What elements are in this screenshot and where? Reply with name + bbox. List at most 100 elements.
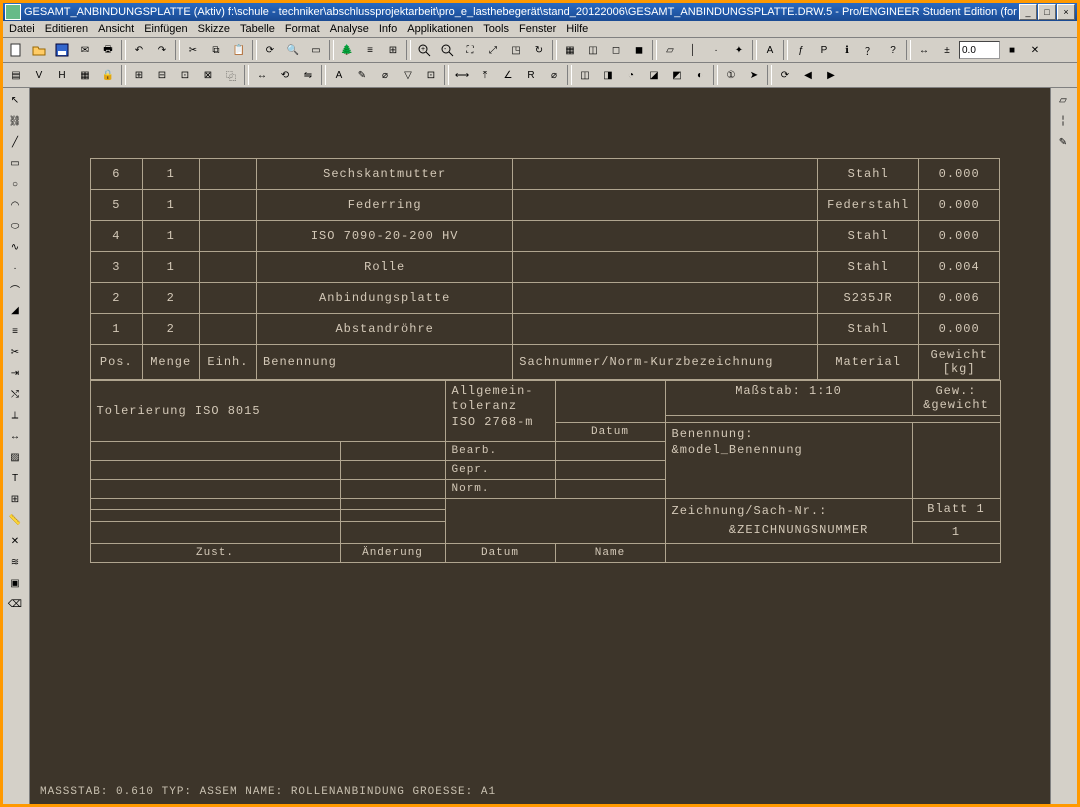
display-wire-button[interactable]: ▦ <box>559 39 581 61</box>
save-button[interactable] <box>51 39 73 61</box>
maximize-button[interactable]: □ <box>1038 4 1056 20</box>
symbol-button[interactable]: ⌀ <box>374 64 396 86</box>
arrow-tool[interactable]: ↖ <box>4 90 26 110</box>
dim-ang-button[interactable]: ∠ <box>497 64 519 86</box>
view-det-button[interactable]: ◔ <box>620 64 642 86</box>
regen-button[interactable]: ⟳ <box>259 39 281 61</box>
sketch-icon[interactable]: ✎ <box>1052 132 1074 152</box>
view-sec-button[interactable]: ◩ <box>666 64 688 86</box>
display-nohidden-button[interactable]: ◻ <box>605 39 627 61</box>
constraint-tool[interactable]: ⟂ <box>4 405 26 425</box>
close-button[interactable]: × <box>1057 4 1075 20</box>
menu-einfuegen[interactable]: Einfügen <box>142 23 189 35</box>
menu-tabelle[interactable]: Tabelle <box>238 23 277 35</box>
dim-button[interactable]: ↔ <box>913 39 935 61</box>
spin-input[interactable] <box>959 41 1000 59</box>
view-aux-button[interactable]: ◪ <box>643 64 665 86</box>
erase-tool[interactable]: ⌫ <box>4 594 26 614</box>
menu-datei[interactable]: Datei <box>7 23 37 35</box>
mail-button[interactable]: ✉ <box>74 39 96 61</box>
transform-tool[interactable]: ⤭ <box>4 384 26 404</box>
menu-ansicht[interactable]: Ansicht <box>96 23 136 35</box>
fillet-tool[interactable]: ⌒ <box>4 279 26 299</box>
layers-button[interactable]: ≡ <box>359 39 381 61</box>
view-mgr-button[interactable]: ⊞ <box>382 39 404 61</box>
cancel-button[interactable]: ✕ <box>1024 39 1046 61</box>
view-proj-button[interactable]: ◨ <box>597 64 619 86</box>
zoom-in-button[interactable]: + <box>413 39 435 61</box>
help-button[interactable]: ? <box>882 39 904 61</box>
new-button[interactable] <box>5 39 27 61</box>
move-button[interactable]: ↔ <box>251 64 273 86</box>
hatch-tool[interactable]: ▨ <box>4 447 26 467</box>
parameter-button[interactable]: P <box>813 39 835 61</box>
spline-tool[interactable]: ∿ <box>4 237 26 257</box>
zoom-fit-button[interactable]: ⛶ <box>459 39 481 61</box>
zoom-out-button[interactable]: - <box>436 39 458 61</box>
datum-csys-button[interactable]: ✦ <box>728 39 750 61</box>
chain-tool[interactable]: ⛓ <box>4 111 26 131</box>
undo-button[interactable]: ↶ <box>128 39 150 61</box>
text-button[interactable]: A <box>328 64 350 86</box>
arrow-button[interactable]: ➤ <box>743 64 765 86</box>
arc-tool[interactable]: ◠ <box>4 195 26 215</box>
cut-button[interactable]: ✂ <box>182 39 204 61</box>
xsec-tool[interactable]: ✕ <box>4 531 26 551</box>
break-tool[interactable]: ≋ <box>4 552 26 572</box>
menu-fenster[interactable]: Fenster <box>517 23 558 35</box>
copy-button[interactable]: ⧉ <box>205 39 227 61</box>
find-button[interactable]: 🔍 <box>282 39 304 61</box>
trim-tool[interactable]: ✂ <box>4 342 26 362</box>
menu-editieren[interactable]: Editieren <box>43 23 90 35</box>
note-button[interactable]: ✎ <box>351 64 373 86</box>
datum-axis-button[interactable]: │ <box>682 39 704 61</box>
measure-tool[interactable]: 📏 <box>4 510 26 530</box>
stop-button[interactable]: ■ <box>1001 39 1023 61</box>
dim-tool[interactable]: ↔ <box>4 426 26 446</box>
datum-plane-icon[interactable]: ▱ <box>1052 90 1074 110</box>
sheet-button[interactable]: ▤ <box>5 64 27 86</box>
select-button[interactable]: ▭ <box>305 39 327 61</box>
rotate-button[interactable]: ⟲ <box>274 64 296 86</box>
boundary-tool[interactable]: ▣ <box>4 573 26 593</box>
view-rev-button[interactable]: ◐ <box>689 64 711 86</box>
circle-tool[interactable]: ○ <box>4 174 26 194</box>
mirror-button[interactable]: ⇋ <box>297 64 319 86</box>
rect-tool[interactable]: ▭ <box>4 153 26 173</box>
print-button[interactable]: 🖶 <box>97 39 119 61</box>
paste-button[interactable]: 📋 <box>228 39 250 61</box>
snap-h-button[interactable]: H <box>51 64 73 86</box>
tbl-merge-button[interactable]: ⿻ <box>220 64 242 86</box>
minimize-button[interactable]: _ <box>1019 4 1037 20</box>
offset-tool[interactable]: ≡ <box>4 321 26 341</box>
menu-hilfe[interactable]: Hilfe <box>564 23 590 35</box>
sheet-next-button[interactable]: ▶ <box>820 64 842 86</box>
gtol-button[interactable]: ⊡ <box>420 64 442 86</box>
tbl-del-button[interactable]: ⊠ <box>197 64 219 86</box>
datum-point-button[interactable]: · <box>705 39 727 61</box>
tol-button[interactable]: ± <box>936 39 958 61</box>
dim-ord-button[interactable]: ⤒ <box>474 64 496 86</box>
dim-lin-button[interactable]: ⟷ <box>451 64 473 86</box>
group-tool[interactable]: ⊞ <box>4 489 26 509</box>
orient-button[interactable]: ◳ <box>505 39 527 61</box>
menu-info[interactable]: Info <box>377 23 399 35</box>
open-button[interactable] <box>28 39 50 61</box>
dim-dia-button[interactable]: ⌀ <box>543 64 565 86</box>
spin-button[interactable]: ↻ <box>528 39 550 61</box>
menu-analyse[interactable]: Analyse <box>328 23 371 35</box>
sheet-prev-button[interactable]: ◀ <box>797 64 819 86</box>
model-info-button[interactable]: ？ <box>859 39 881 61</box>
menu-tools[interactable]: Tools <box>481 23 511 35</box>
line-tool[interactable]: ╱ <box>4 132 26 152</box>
snap-v-button[interactable]: V <box>28 64 50 86</box>
datum-plane-button[interactable]: ▱ <box>659 39 681 61</box>
balloon-button[interactable]: ① <box>720 64 742 86</box>
view-gen-button[interactable]: ◫ <box>574 64 596 86</box>
redo-button[interactable]: ↷ <box>151 39 173 61</box>
feat-info-button[interactable]: ℹ <box>836 39 858 61</box>
text-tool[interactable]: T <box>4 468 26 488</box>
tbl-insert-button[interactable]: ⊞ <box>128 64 150 86</box>
tbl-row-button[interactable]: ⊟ <box>151 64 173 86</box>
point-tool[interactable]: · <box>4 258 26 278</box>
